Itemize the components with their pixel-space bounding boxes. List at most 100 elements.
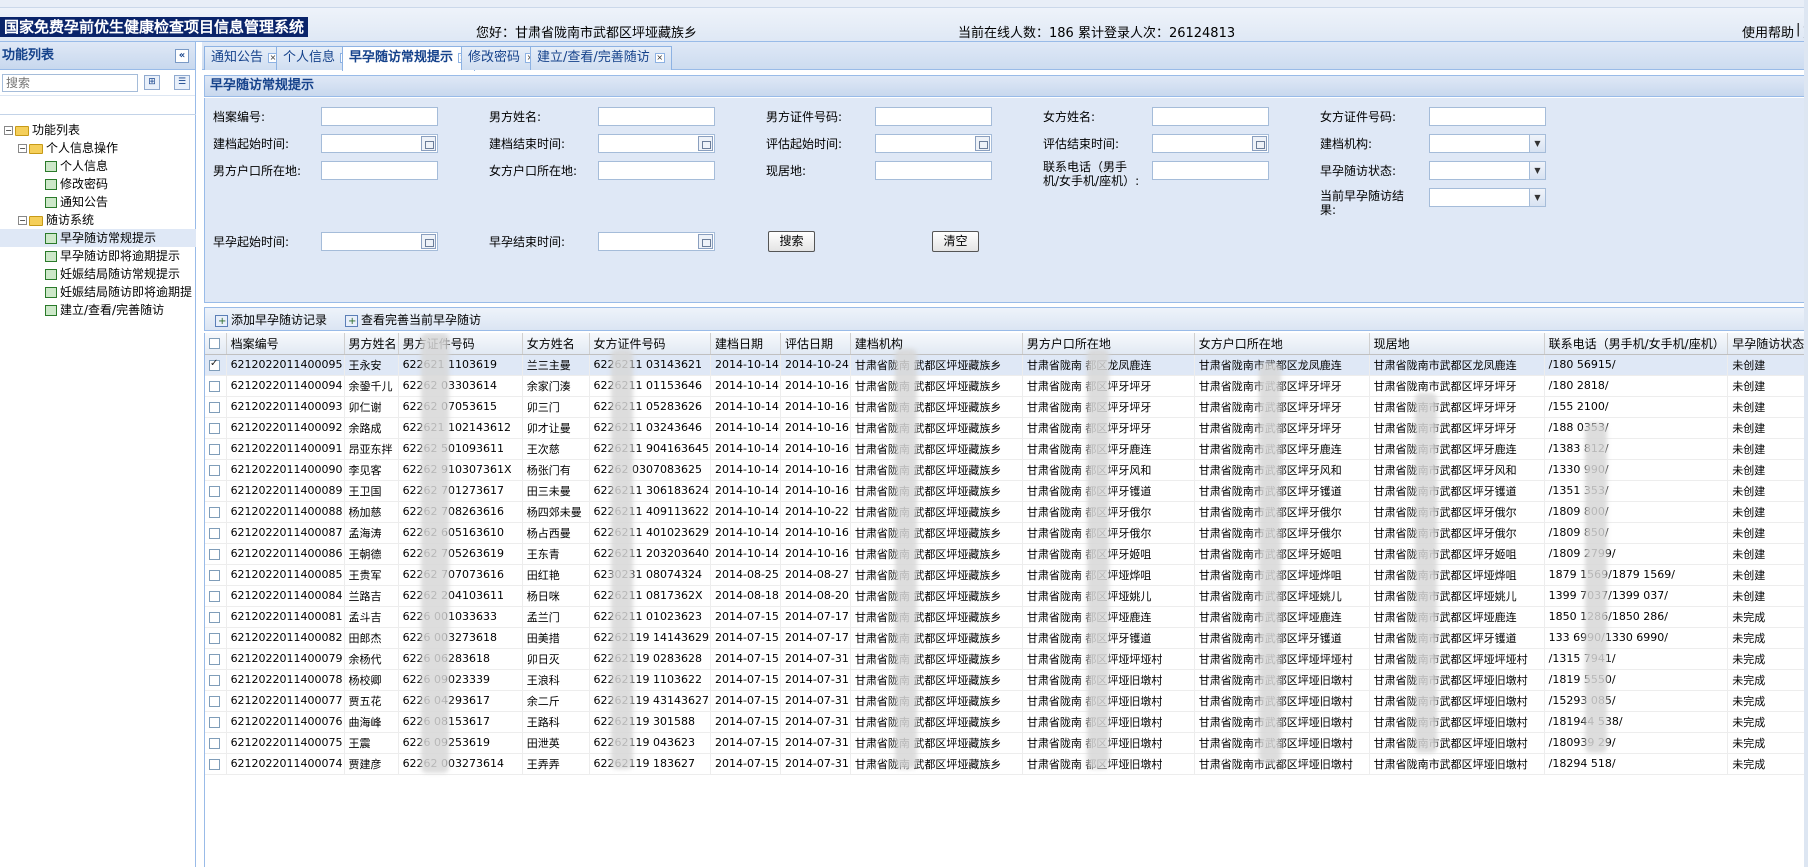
chevron-down-icon[interactable]: ▼ xyxy=(1529,135,1545,152)
clear-button[interactable]: 清空 xyxy=(932,231,979,252)
column-header[interactable]: 档案编号 xyxy=(226,333,345,355)
tree-item[interactable]: − 个人信息操作 xyxy=(0,139,196,157)
row-select-cell[interactable] xyxy=(205,459,227,481)
tab[interactable]: 通知公告 × xyxy=(204,46,286,70)
row-checkbox[interactable] xyxy=(209,358,220,371)
column-header[interactable]: 女方证件号码 xyxy=(589,333,712,355)
row-select-cell[interactable] xyxy=(205,564,227,586)
row-select-cell[interactable] xyxy=(205,543,227,565)
collapse-toggle-icon[interactable]: − xyxy=(18,216,27,225)
ep-start-date[interactable] xyxy=(321,232,438,251)
row-select-cell[interactable] xyxy=(205,732,227,754)
row-checkbox[interactable] xyxy=(209,443,220,455)
row-checkbox[interactable] xyxy=(209,422,220,434)
row-checkbox[interactable] xyxy=(209,716,220,728)
female-id-input[interactable] xyxy=(1429,107,1546,126)
male-name-input[interactable] xyxy=(598,107,715,126)
collapse-icon[interactable]: « xyxy=(175,49,189,63)
row-checkbox[interactable] xyxy=(209,611,220,623)
column-header[interactable]: 建档日期 xyxy=(710,333,781,355)
phone-input[interactable] xyxy=(1152,161,1269,180)
column-header[interactable]: 女方姓名 xyxy=(522,333,590,355)
row-checkbox[interactable] xyxy=(209,485,220,497)
row-select-cell[interactable] xyxy=(205,627,227,649)
column-header[interactable]: 早孕随访状态 xyxy=(1727,333,1808,355)
add-followup-button[interactable]: 添加早孕随访记录 xyxy=(215,311,327,331)
row-checkbox[interactable] xyxy=(209,464,220,476)
eval-start-date[interactable] xyxy=(875,134,992,153)
collapse-toggle-icon[interactable]: − xyxy=(4,126,13,135)
select-all-cell[interactable] xyxy=(205,333,227,355)
column-header[interactable]: 建档机构 xyxy=(850,333,1023,355)
male-id-input[interactable] xyxy=(875,107,992,126)
row-select-cell[interactable] xyxy=(205,480,227,502)
status-select[interactable]: ▼ xyxy=(1429,161,1546,180)
row-select-cell[interactable] xyxy=(205,585,227,607)
tab[interactable]: 早孕随访常规提示× xyxy=(342,46,476,71)
column-header[interactable]: 男方姓名 xyxy=(344,333,399,355)
window-scrollbar[interactable] xyxy=(1804,0,1808,867)
row-select-cell[interactable] xyxy=(205,501,227,523)
chevron-down-icon[interactable]: ▼ xyxy=(1529,162,1545,179)
list-icon[interactable]: ☰ xyxy=(174,75,190,90)
expand-all-icon[interactable]: ⊞ xyxy=(144,75,160,90)
column-header[interactable]: 现居地 xyxy=(1369,333,1545,355)
column-header[interactable]: 评估日期 xyxy=(780,333,851,355)
row-select-cell[interactable] xyxy=(205,417,227,439)
row-checkbox[interactable] xyxy=(209,653,220,665)
male-hukou-input[interactable] xyxy=(321,161,438,180)
tree-item[interactable]: 妊娠结局随访即将逾期提 xyxy=(0,283,196,301)
tree-item[interactable]: 建立/查看/完善随访 xyxy=(0,301,196,319)
column-header[interactable]: 男方证件号码 xyxy=(398,333,523,355)
tree-item[interactable]: − 随访系统 xyxy=(0,211,196,229)
calendar-icon[interactable] xyxy=(421,234,436,249)
row-select-cell[interactable] xyxy=(205,375,227,397)
calendar-icon[interactable] xyxy=(975,136,990,151)
search-button[interactable]: 搜索 xyxy=(768,231,815,252)
tree-item[interactable]: 妊娠结局随访常规提示 xyxy=(0,265,196,283)
row-select-cell[interactable] xyxy=(205,669,227,691)
row-select-cell[interactable] xyxy=(205,690,227,712)
help-link[interactable]: 使用帮助 xyxy=(1742,22,1794,41)
view-followup-button[interactable]: 查看完善当前早孕随访 xyxy=(345,311,481,331)
calendar-icon[interactable] xyxy=(698,136,713,151)
archive-no-input[interactable] xyxy=(321,107,438,126)
row-select-cell[interactable] xyxy=(205,606,227,628)
tree-item[interactable]: − 功能列表 xyxy=(0,121,196,139)
row-checkbox[interactable] xyxy=(209,380,220,392)
select-all-checkbox[interactable] xyxy=(209,338,220,350)
collapse-toggle-icon[interactable]: − xyxy=(18,144,27,153)
close-icon[interactable]: × xyxy=(654,53,665,63)
row-select-cell[interactable] xyxy=(205,753,227,775)
build-start-date[interactable] xyxy=(321,134,438,153)
tree-item[interactable]: 修改密码 xyxy=(0,175,196,193)
eval-end-date[interactable] xyxy=(1152,134,1269,153)
row-select-cell[interactable] xyxy=(205,711,227,733)
row-checkbox[interactable] xyxy=(209,527,220,539)
org-select[interactable]: ▼ xyxy=(1429,134,1546,153)
chevron-down-icon[interactable]: ▼ xyxy=(1529,189,1545,206)
column-header[interactable]: 联系电话（男手机/女手机/座机） xyxy=(1544,333,1729,355)
result-select[interactable]: ▼ xyxy=(1429,188,1546,207)
residence-input[interactable] xyxy=(875,161,992,180)
tree-item[interactable]: 早孕随访即将逾期提示 xyxy=(0,247,196,265)
row-checkbox[interactable] xyxy=(209,506,220,518)
build-end-date[interactable] xyxy=(598,134,715,153)
row-checkbox[interactable] xyxy=(209,674,220,686)
row-checkbox[interactable] xyxy=(209,548,220,560)
tab[interactable]: 建立/查看/完善随访 × xyxy=(530,46,672,70)
ep-end-date[interactable] xyxy=(598,232,715,251)
tree-item[interactable]: 早孕随访常规提示 xyxy=(0,229,196,247)
column-header[interactable]: 男方户口所在地 xyxy=(1022,333,1195,355)
row-select-cell[interactable] xyxy=(205,648,227,670)
row-select-cell[interactable] xyxy=(205,354,227,376)
calendar-icon[interactable] xyxy=(698,234,713,249)
row-select-cell[interactable] xyxy=(205,522,227,544)
calendar-icon[interactable] xyxy=(421,136,436,151)
tree-item[interactable]: 通知公告 xyxy=(0,193,196,211)
row-checkbox[interactable] xyxy=(209,569,220,581)
row-checkbox[interactable] xyxy=(209,737,220,749)
female-name-input[interactable] xyxy=(1152,107,1269,126)
row-checkbox[interactable] xyxy=(209,401,220,413)
row-checkbox[interactable] xyxy=(209,695,220,707)
